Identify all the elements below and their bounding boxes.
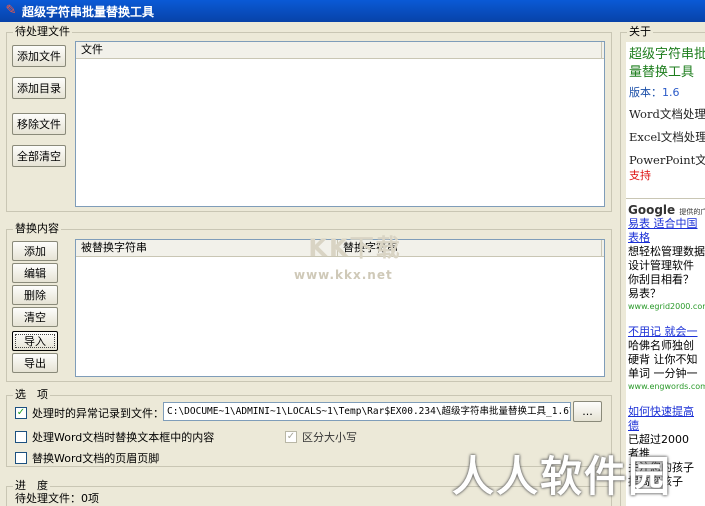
log-errors-label: 处理时的异常记录到文件： [32, 407, 164, 420]
header-footer-check-icon [15, 452, 27, 464]
textbox-replace-label: 处理Word文档时替换文本框中的内容 [32, 431, 215, 444]
about-panel: 超级字符串批量替换工具 版本：1.6 Word文档处理 Excel文档处理 Po… [626, 42, 705, 198]
replace-content-legend: 替换内容 [13, 222, 61, 236]
textbox-replace-check-icon [15, 431, 27, 443]
clear-button[interactable]: 清空 [12, 307, 58, 327]
log-path-input[interactable]: C:\DOCUME~1\ADMINI~1\LOCALS~1\Temp\Rar$E… [163, 402, 571, 421]
ad-url[interactable]: www.engwords.com [628, 381, 705, 393]
remove-file-button[interactable]: 移除文件 [12, 113, 66, 135]
ad-title-link[interactable]: 如何快速提高 [628, 405, 705, 419]
add-button[interactable]: 添加 [12, 241, 58, 261]
about-item-excel: Excel文档处理 [629, 130, 705, 144]
ad-description: 你刮目相看？ [628, 273, 694, 286]
rrsoft-watermark: 人人软件园 [452, 452, 673, 501]
add-directory-button[interactable]: 添加目录 [12, 77, 66, 99]
progress-legend: 进 度 [13, 479, 50, 493]
pending-count-text: 待处理文件：0项 [15, 492, 99, 505]
file-list-header: 文件 [76, 42, 604, 59]
header-footer-checkbox[interactable]: 替换Word文档的页眉页脚 [15, 450, 159, 466]
ad-description: 哈佛名师独创 [628, 339, 694, 352]
app-icon: ✎ [5, 3, 17, 18]
ad-entry: 易表 适合中国 表格 想轻松管理数据 设计管理软件 你刮目相看？ 易表？ www… [628, 217, 705, 313]
window-title: 超级字符串批量替换工具 [22, 4, 155, 19]
header-footer-label: 替换Word文档的页眉页脚 [32, 452, 160, 465]
file-list[interactable]: 文件 [75, 41, 605, 207]
case-sensitive-label: 区分大小写 [302, 431, 357, 444]
ad-title-link[interactable]: 表格 [628, 231, 705, 245]
ad-description: 想轻松管理数据 [628, 245, 705, 258]
about-legend: 关于 [627, 25, 653, 39]
pending-files-legend: 待处理文件 [13, 25, 72, 39]
ad-title-link[interactable]: 德 [628, 419, 705, 433]
import-button[interactable]: 导入 [12, 331, 58, 351]
ad-title-link[interactable]: 易表 适合中国 [628, 217, 705, 231]
title-bar[interactable]: ✎ 超级字符串批量替换工具 [0, 0, 705, 22]
log-errors-check-icon: ✓ [15, 407, 27, 419]
add-file-button[interactable]: 添加文件 [12, 45, 66, 67]
about-title: 超级字符串批量替换工具 [629, 47, 705, 80]
browse-button[interactable]: ... [573, 401, 602, 422]
kkx-watermark: www.kkx.net [294, 268, 393, 282]
about-version: 版本：1.6 [629, 86, 680, 99]
textbox-replace-checkbox[interactable]: 处理Word文档时替换文本框中的内容 [15, 429, 214, 445]
delete-button[interactable]: 删除 [12, 285, 58, 305]
ad-description: 硬背 让你不知 [628, 353, 698, 366]
google-logo: Google 提供的广告 [628, 203, 705, 217]
export-button[interactable]: 导出 [12, 353, 58, 373]
ad-description: 单词 一分钟一 [628, 367, 698, 380]
ad-url[interactable]: www.egrid2000.com [628, 301, 705, 313]
ad-entry: 不用记 就会一 哈佛名师独创 硬背 让你不知 单词 一分钟一 www.engwo… [628, 325, 705, 393]
case-sensitive-check-icon: ✓ [285, 431, 297, 443]
column-header-file[interactable]: 文件 [76, 42, 602, 58]
log-errors-checkbox[interactable]: ✓ 处理时的异常记录到文件： [15, 405, 164, 421]
options-legend: 选 项 [13, 388, 50, 402]
kk-watermark: KK下载 [308, 234, 402, 262]
ad-description: 易表？ [628, 287, 661, 300]
ad-title-link[interactable]: 不用记 就会一 [628, 325, 705, 339]
clear-all-button[interactable]: 全部清空 [12, 145, 66, 167]
ad-description: 设计管理软件 [628, 259, 694, 272]
case-sensitive-checkbox[interactable]: ✓ 区分大小写 [285, 429, 357, 445]
edit-button[interactable]: 编辑 [12, 263, 58, 283]
about-item-word: Word文档处理 [629, 107, 705, 121]
